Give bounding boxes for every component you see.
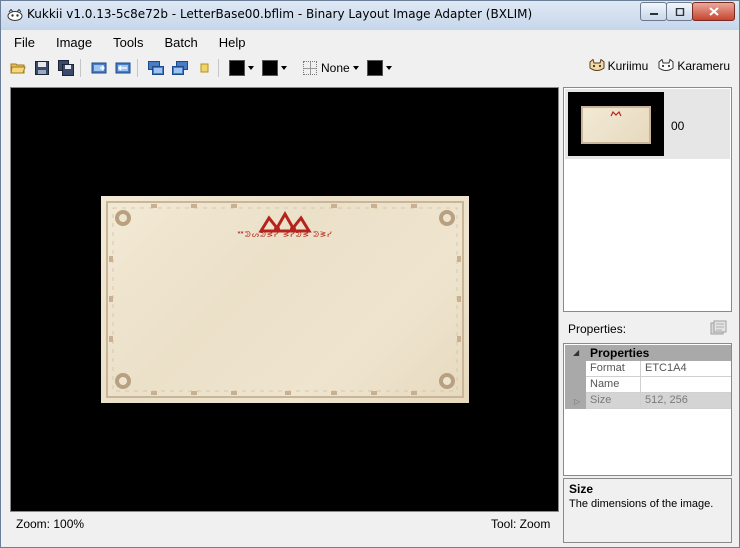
kuriimu-label: Kuriimu — [607, 59, 649, 73]
save-icon[interactable] — [34, 60, 50, 76]
property-gutter: ▷ — [565, 393, 586, 409]
export-icon[interactable] — [91, 60, 107, 76]
border-style-dropdown[interactable]: None — [295, 61, 359, 75]
transparency-color-swatch — [366, 60, 383, 76]
chevron-down-icon — [248, 66, 254, 70]
property-name: Format — [586, 361, 641, 377]
menu-batch[interactable]: Batch — [152, 35, 206, 50]
property-row-size[interactable]: ▷ Size 512, 256 — [565, 393, 731, 409]
letter-header-text: ᕯᕲᔕᕲᕒᓯ ᕒᓯᕲᕒ ᕲᕒᓯ — [237, 230, 333, 239]
border-color-swatch — [262, 60, 278, 76]
close-icon — [708, 7, 719, 16]
thumbnail-emblem — [610, 111, 622, 117]
maximize-icon — [675, 7, 684, 16]
background-color-dropdown[interactable] — [229, 60, 254, 76]
menu-tools[interactable]: Tools — [101, 35, 152, 50]
toolbar-links: Kuriimu Karameru — [579, 59, 730, 73]
property-value[interactable]: ETC1A4 — [641, 361, 731, 377]
maximize-button[interactable] — [666, 2, 693, 21]
property-name: Name — [586, 377, 641, 393]
toolbar-separator — [218, 59, 219, 77]
letter-border-ornament — [106, 201, 464, 398]
image-canvas[interactable]: ᕯᕲᔕᕲᕒᓯ ᕒᓯᕲᕒ ᕲᕒᓯ — [10, 87, 559, 512]
expand-icon[interactable]: ▷ — [574, 397, 580, 406]
menu-bar: File Image Tools Batch Help — [2, 31, 738, 53]
karameru-link[interactable]: Karameru — [658, 59, 730, 73]
window-controls — [640, 2, 735, 21]
property-value: 512, 256 — [641, 393, 731, 409]
minimize-icon — [649, 12, 658, 15]
border-style-icon — [303, 61, 317, 75]
thumbnail-letter — [581, 106, 651, 144]
open-folder-icon[interactable] — [10, 60, 26, 76]
batch-import-icon[interactable] — [172, 60, 188, 76]
zoom-status: Zoom: 100% — [16, 517, 85, 531]
property-gutter — [565, 377, 586, 393]
save-all-icon[interactable] — [58, 60, 74, 76]
batch-export-icon[interactable] — [148, 60, 164, 76]
properties-label: Properties: — [568, 322, 627, 336]
property-help-box: Size The dimensions of the image. — [563, 478, 732, 543]
menu-file[interactable]: File — [2, 35, 44, 50]
minimize-button[interactable] — [640, 2, 667, 21]
toolbar: None Kuriimu Karameru — [2, 55, 738, 81]
kuriimu-link[interactable]: Kuriimu — [589, 59, 649, 73]
title-bar[interactable]: Kukkii v1.0.13-5c8e72b - LetterBase00.bf… — [1, 1, 739, 30]
property-category[interactable]: ◢ Properties — [565, 345, 731, 361]
kuriimu-icon — [589, 59, 605, 71]
image-thumbnail — [568, 92, 664, 156]
property-grid[interactable]: ◢ Properties Format ETC1A4 Name ▷ Size 5… — [563, 343, 732, 476]
help-description: The dimensions of the image. — [569, 498, 714, 510]
toolbar-separator — [80, 59, 81, 77]
collapse-icon[interactable]: ◢ — [573, 348, 579, 357]
menu-image[interactable]: Image — [44, 35, 101, 50]
chevron-down-icon — [352, 66, 359, 70]
karameru-label: Karameru — [677, 59, 730, 73]
toolbar-separator — [137, 59, 138, 77]
property-value[interactable] — [641, 377, 731, 393]
property-row-name[interactable]: Name — [565, 377, 731, 393]
chevron-down-icon — [385, 66, 392, 70]
app-icon — [7, 9, 23, 21]
border-style-label: None — [321, 61, 350, 75]
property-row-format[interactable]: Format ETC1A4 — [565, 361, 731, 377]
tool-status: Tool: Zoom — [491, 517, 551, 531]
property-gutter — [565, 361, 586, 377]
property-name: Size — [586, 393, 641, 409]
app-window: Kukkii v1.0.13-5c8e72b - LetterBase00.bf… — [0, 0, 740, 548]
properties-icon[interactable] — [196, 60, 212, 76]
image-item-label: 00 — [671, 119, 685, 133]
close-button[interactable] — [692, 2, 735, 21]
karameru-icon — [658, 59, 674, 71]
property-category-label: Properties — [590, 346, 650, 360]
image-border-color-dropdown[interactable] — [262, 60, 287, 76]
letter-image: ᕯᕲᔕᕲᕒᓯ ᕒᓯᕲᕒ ᕲᕒᓯ — [101, 196, 469, 403]
image-list-item[interactable]: 00 — [565, 89, 730, 159]
chevron-down-icon — [281, 66, 287, 70]
property-pages-icon[interactable] — [709, 320, 727, 336]
background-color-swatch — [229, 60, 245, 76]
window-title: Kukkii v1.0.13-5c8e72b - LetterBase00.bf… — [27, 7, 533, 21]
help-title: Size — [569, 482, 594, 496]
transparency-color-dropdown[interactable] — [366, 60, 392, 76]
menu-help[interactable]: Help — [207, 35, 255, 50]
import-icon[interactable] — [115, 60, 131, 76]
image-list[interactable]: 00 — [563, 87, 732, 312]
